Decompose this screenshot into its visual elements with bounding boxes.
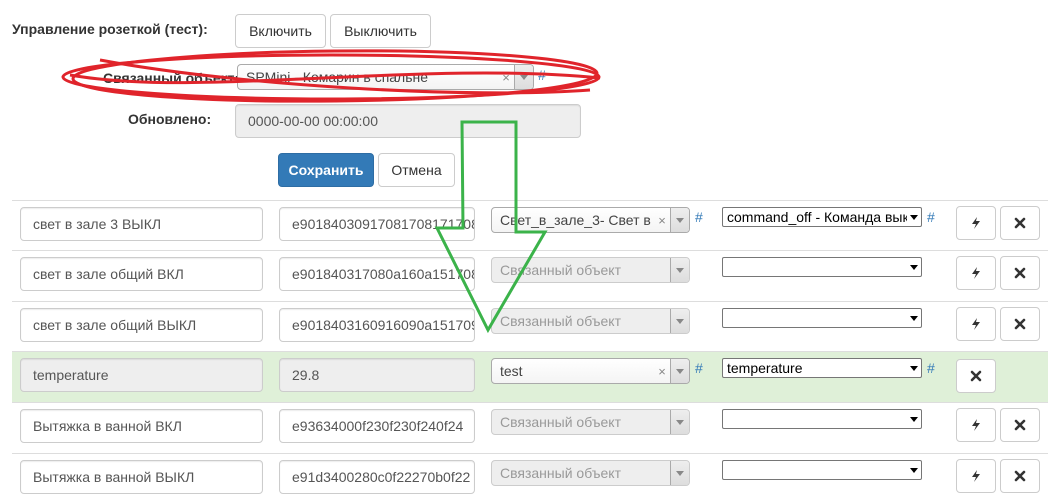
chevron-down-icon[interactable] bbox=[670, 461, 689, 485]
delete-row-button[interactable] bbox=[1000, 307, 1040, 341]
run-command-button[interactable] bbox=[956, 307, 996, 341]
clear-icon[interactable]: × bbox=[498, 70, 514, 85]
row-name-field[interactable]: Вытяжка в ванной ВЫКЛ bbox=[20, 460, 263, 494]
row-linked-object-value: Связанный объект bbox=[500, 313, 621, 329]
chevron-down-icon[interactable] bbox=[907, 215, 921, 220]
run-command-button[interactable] bbox=[956, 459, 996, 493]
clear-icon[interactable]: × bbox=[654, 364, 670, 379]
turn-on-button[interactable]: Включить bbox=[235, 14, 326, 48]
row-linked-object-select[interactable]: Связанный объект bbox=[491, 409, 690, 435]
row-command-select[interactable] bbox=[722, 308, 922, 328]
linked-object-select[interactable]: SPMini - Комарин в спальне × bbox=[237, 64, 534, 90]
chevron-down-icon[interactable] bbox=[907, 366, 921, 371]
row-linked-object-value: Свет_в_зале_3- Свет в зале 3 bbox=[500, 212, 654, 228]
bolt-icon bbox=[972, 318, 980, 330]
bolt-icon bbox=[972, 267, 980, 279]
close-icon bbox=[1014, 217, 1026, 229]
row-value-field[interactable]: e901840317080a160a151708 bbox=[279, 257, 475, 291]
delete-row-button[interactable] bbox=[1000, 206, 1040, 240]
row-command-value: command_off - Команда выключения bbox=[727, 209, 907, 225]
row-value-field[interactable]: e9018403091708170817170817 bbox=[279, 207, 475, 241]
run-command-button[interactable] bbox=[956, 408, 996, 442]
row-name-field[interactable]: свет в зале общий ВЫКЛ bbox=[20, 308, 263, 342]
row-linked-object-select[interactable]: Свет_в_зале_3- Свет в зале 3× bbox=[491, 207, 690, 233]
row-command-link[interactable]: # bbox=[927, 209, 935, 225]
row-linked-object-value: Связанный объект bbox=[500, 465, 621, 481]
linked-object-link[interactable]: # bbox=[538, 67, 546, 83]
row-linked-object-value: Связанный объект bbox=[500, 262, 621, 278]
row-command-link[interactable]: # bbox=[927, 360, 935, 376]
bolt-icon bbox=[972, 217, 980, 229]
updated-label: Обновлено: bbox=[128, 111, 212, 127]
row-linked-object-select[interactable]: Связанный объект bbox=[491, 308, 690, 334]
row-value-field[interactable]: e9018403160916090a151709 bbox=[279, 308, 475, 342]
close-icon bbox=[970, 370, 982, 382]
row-linked-object-link[interactable]: # bbox=[695, 360, 703, 376]
row-linked-object-select[interactable]: Связанный объект bbox=[491, 460, 690, 486]
row-linked-object-link[interactable]: # bbox=[695, 209, 703, 225]
row-command-value: temperature bbox=[727, 360, 803, 376]
row-command-select[interactable] bbox=[722, 409, 922, 429]
chevron-down-icon[interactable] bbox=[670, 309, 689, 333]
save-button[interactable]: Сохранить bbox=[278, 153, 374, 187]
row-name-field[interactable]: свет в зале 3 ВЫКЛ bbox=[20, 207, 263, 241]
bolt-icon bbox=[972, 470, 980, 482]
row-command-select[interactable]: temperature bbox=[722, 358, 922, 378]
updated-field: 0000-00-00 00:00:00 bbox=[235, 104, 581, 138]
chevron-down-icon[interactable] bbox=[907, 417, 921, 422]
cancel-button[interactable]: Отмена bbox=[378, 153, 455, 187]
clear-icon[interactable]: × bbox=[654, 213, 670, 228]
chevron-down-icon[interactable] bbox=[670, 410, 689, 434]
delete-row-button[interactable] bbox=[1000, 408, 1040, 442]
chevron-down-icon[interactable] bbox=[514, 65, 533, 89]
row-command-select[interactable] bbox=[722, 460, 922, 480]
chevron-down-icon[interactable] bbox=[670, 208, 689, 232]
row-name-field: temperature bbox=[20, 358, 263, 392]
linked-object-value: SPMini - Комарин в спальне bbox=[246, 69, 429, 85]
row-linked-object-select[interactable]: Связанный объект bbox=[491, 257, 690, 283]
chevron-down-icon[interactable] bbox=[907, 468, 921, 473]
socket-control-label: Управление розеткой (тест): bbox=[12, 21, 208, 37]
row-value-field[interactable]: e91d3400280c0f22270b0f22 bbox=[279, 460, 475, 494]
chevron-down-icon[interactable] bbox=[907, 265, 921, 270]
delete-row-button[interactable] bbox=[1000, 459, 1040, 493]
run-command-button[interactable] bbox=[956, 256, 996, 290]
close-icon bbox=[1014, 318, 1026, 330]
bolt-icon bbox=[972, 419, 980, 431]
chevron-down-icon[interactable] bbox=[670, 359, 689, 383]
turn-off-button[interactable]: Выключить bbox=[330, 14, 431, 48]
row-name-field[interactable]: свет в зале общий ВКЛ bbox=[20, 257, 263, 291]
delete-row-button[interactable] bbox=[1000, 256, 1040, 290]
row-value-field: 29.8 bbox=[279, 358, 475, 392]
row-linked-object-value: test bbox=[500, 363, 523, 379]
delete-row-button[interactable] bbox=[956, 359, 996, 393]
chevron-down-icon[interactable] bbox=[670, 258, 689, 282]
close-icon bbox=[1014, 419, 1026, 431]
close-icon bbox=[1014, 267, 1026, 279]
row-linked-object-select[interactable]: test × bbox=[491, 358, 690, 384]
row-value-field[interactable]: e93634000f230f230f240f24 bbox=[279, 409, 475, 443]
run-command-button[interactable] bbox=[956, 206, 996, 240]
linked-object-label: Связанный объект: bbox=[103, 70, 240, 86]
chevron-down-icon[interactable] bbox=[907, 316, 921, 321]
row-linked-object-value: Связанный объект bbox=[500, 414, 621, 430]
row-name-field[interactable]: Вытяжка в ванной ВКЛ bbox=[20, 409, 263, 443]
row-command-select[interactable] bbox=[722, 257, 922, 277]
row-command-select[interactable]: command_off - Команда выключения bbox=[722, 207, 922, 227]
close-icon bbox=[1014, 470, 1026, 482]
